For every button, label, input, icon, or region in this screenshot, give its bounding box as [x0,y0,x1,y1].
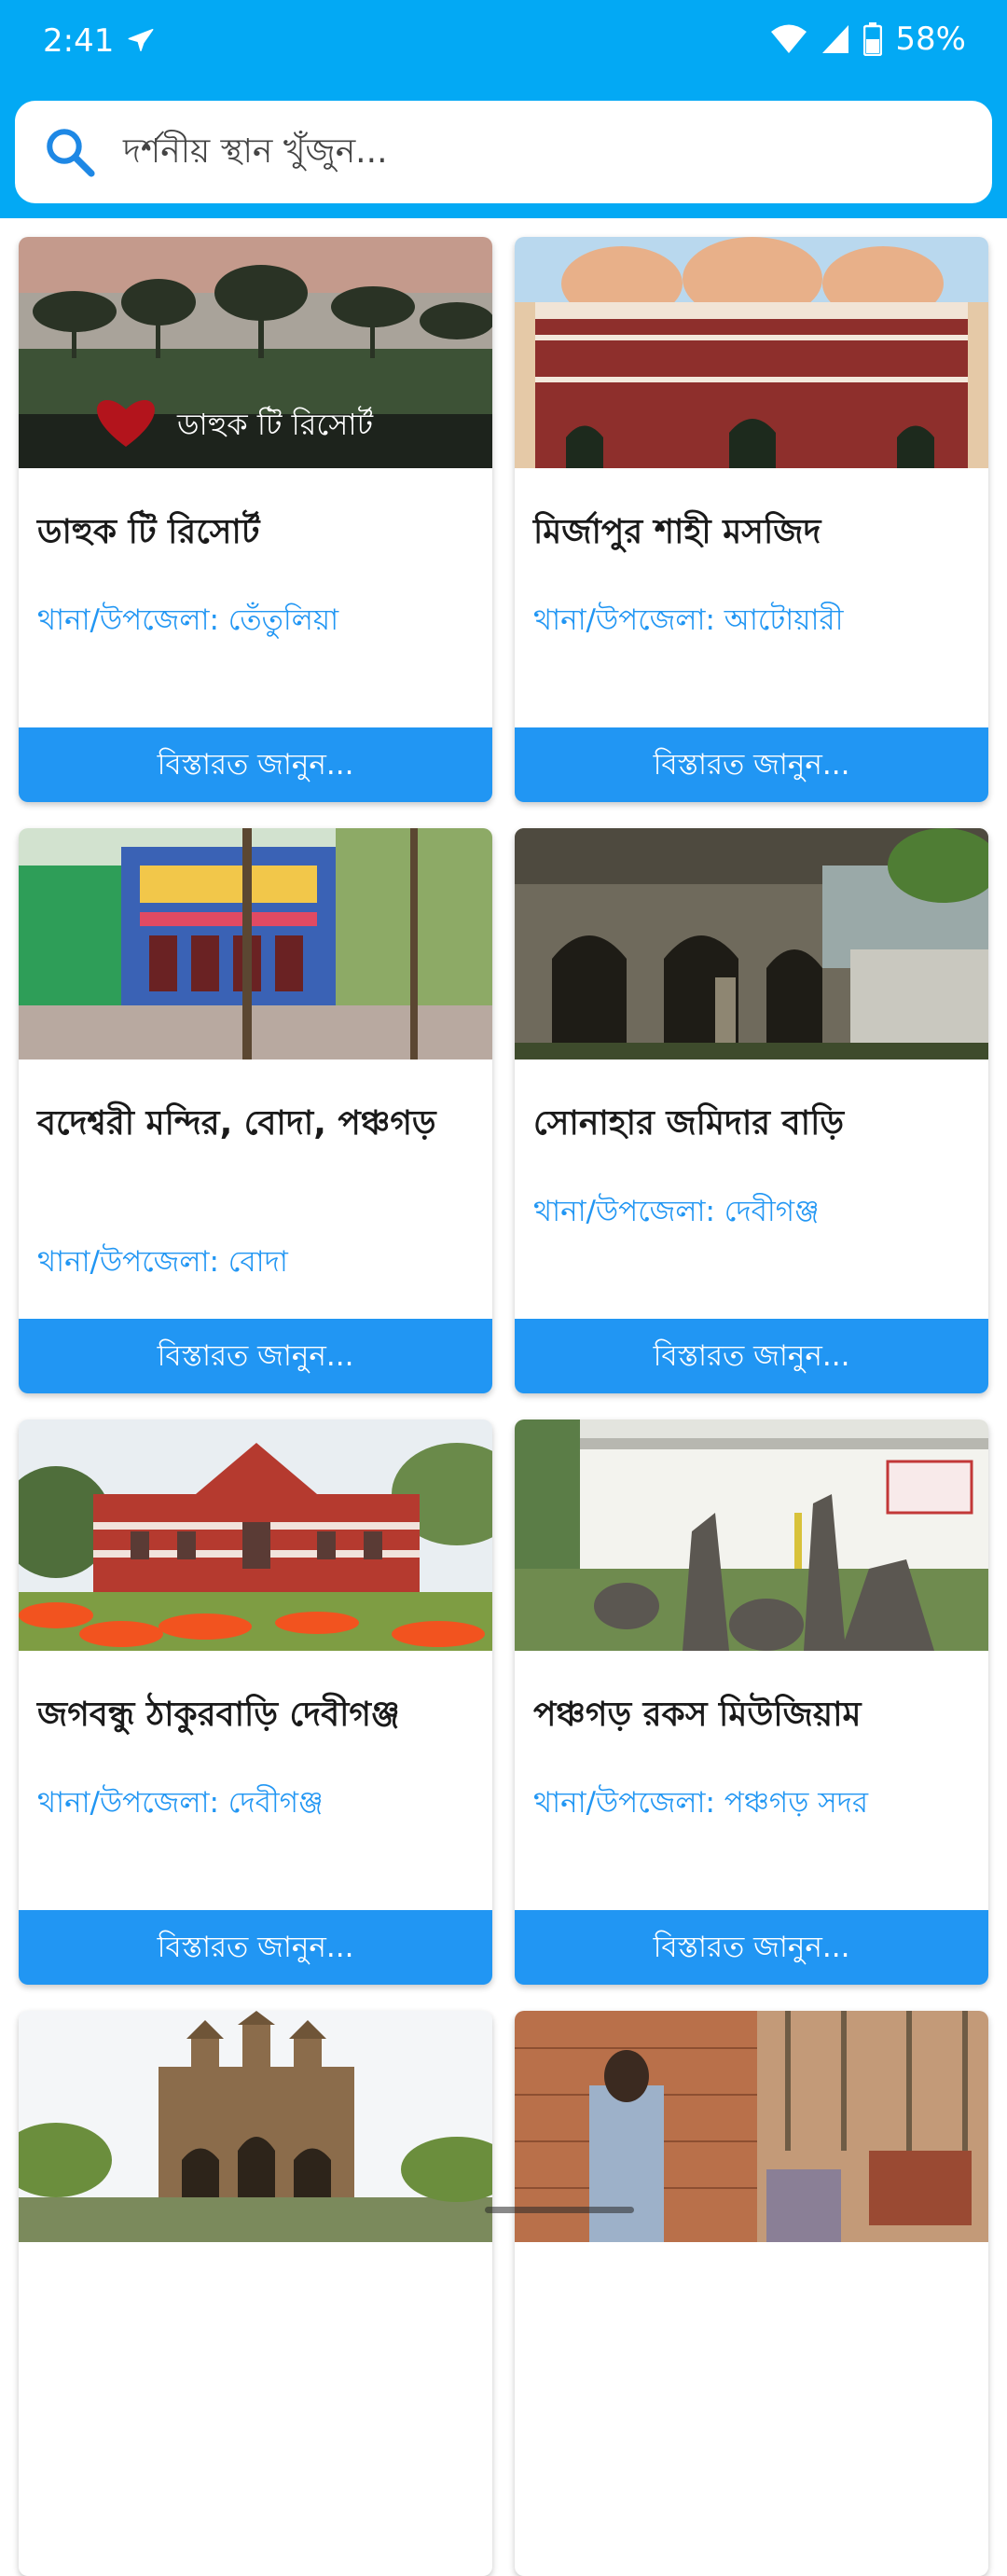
place-card[interactable] [19,2011,492,2576]
image-sign-text: ডাহুক টি রিসোর্ট [176,406,374,442]
place-card[interactable]: বদেশ্বরী মন্দির, বোদা, পঞ্চগড় থানা/উপজে… [19,828,492,1393]
place-title: পঞ্চগড় রকস মিউজিয়াম [533,1696,862,1734]
place-title: ডাহুক টি রিসোর্ট [37,513,260,551]
place-image[interactable] [515,1420,988,1651]
place-location: থানা/উপজেলা: বোদা [37,1245,288,1279]
place-title: বদেশ্বরী মন্দির, বোদা, পঞ্চগড় [37,1104,436,1143]
status-icons: 58% [770,21,966,58]
place-image[interactable] [515,828,988,1059]
place-card[interactable]: জগবন্ধু ঠাকুরবাড়ি দেবীগঞ্জ থানা/উপজেলা:… [19,1420,492,1985]
place-card[interactable]: মির্জাপুর শাহী মসজিদ থানা/উপজেলা: আটোয়া… [515,237,988,802]
place-location: থানা/উপজেলা: আটোয়ারী [533,603,844,637]
status-time: 2:41 [43,22,115,60]
search-input[interactable]: দর্শনীয় স্থান খুঁজুন... [15,101,992,203]
place-title: জগবন্ধু ঠাকুরবাড়ি দেবীগঞ্জ [37,1696,400,1734]
place-card[interactable]: ডাহুক টি রিসোর্ট ডাহুক টি রিসোর্ট থানা/উ… [19,237,492,802]
place-card[interactable]: পঞ্চগড় রকস মিউজিয়াম থানা/উপজেলা: পঞ্চগ… [515,1420,988,1985]
search-icon[interactable] [43,125,97,179]
place-image[interactable] [19,1420,492,1651]
wifi-icon [771,24,807,53]
details-button[interactable]: বিস্তারত জানুন... [515,1910,988,1985]
place-location: থানা/উপজেলা: তেঁতুলিয়া [37,603,339,637]
details-button[interactable]: বিস্তারত জানুন... [515,1319,988,1393]
status-bar: 2:41 58% [0,0,1007,88]
signal-icon [822,25,849,53]
place-card[interactable]: সোনাহার জমিদার বাড়ি থানা/উপজেলা: দেবীগঞ… [515,828,988,1393]
place-title: সোনাহার জমিদার বাড়ি [533,1104,845,1143]
details-button[interactable]: বিস্তারত জানুন... [19,727,492,802]
airplane-icon [128,28,154,52]
search-placeholder[interactable]: দর্শনীয় স্থান খুঁজুন... [123,127,388,177]
details-button[interactable]: বিস্তারত জানুন... [19,1319,492,1393]
details-button[interactable]: বিস্তারত জানুন... [19,1910,492,1985]
battery-percentage: 58% [895,21,966,58]
place-title: মির্জাপুর শাহী মসজিদ [533,513,821,551]
place-card[interactable] [515,2011,988,2576]
details-button[interactable]: বিস্তারত জানুন... [515,727,988,802]
place-location: থানা/উপজেলা: দেবীগঞ্জ [533,1195,820,1228]
place-image[interactable] [19,828,492,1059]
home-indicator[interactable] [485,2207,634,2213]
place-location: থানা/উপজেলা: দেবীগঞ্জ [37,1786,324,1820]
place-location: থানা/উপজেলা: পঞ্চগড় সদর [533,1786,869,1820]
place-image[interactable] [19,2011,492,2242]
place-image[interactable] [515,237,988,468]
battery-icon [863,22,883,56]
place-image[interactable]: ডাহুক টি রিসোর্ট [19,237,492,468]
